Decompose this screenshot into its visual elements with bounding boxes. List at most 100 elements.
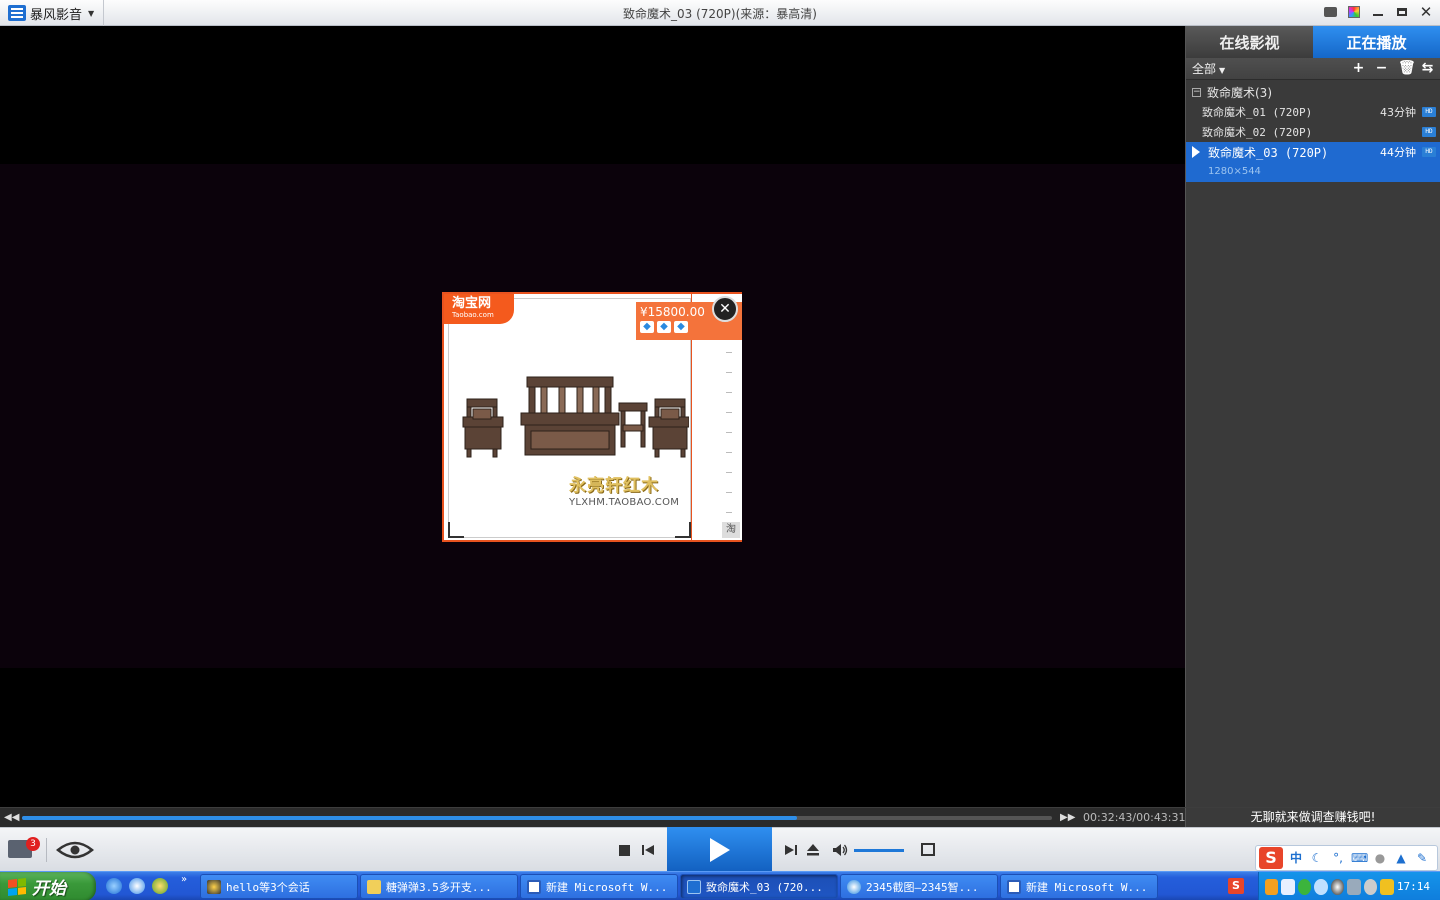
ime-toolbar[interactable]: S 中 ☾ °, ⌨ ● ▲ ✎: [1255, 845, 1438, 871]
furniture-image: [462, 376, 689, 458]
control-bar: 3 S 中 ☾ °, ⌨ ● ▲ ✎: [0, 827, 1440, 872]
playlist-item[interactable]: 致命魔术_02 (720P) HD: [1186, 122, 1440, 142]
sphere-icon[interactable]: [152, 878, 168, 894]
progress-bar[interactable]: [22, 816, 1052, 820]
hd-badge: HD: [1422, 147, 1436, 157]
taskbar-item-active[interactable]: 致命魔术_03 (720...: [680, 874, 838, 899]
loop-icon[interactable]: ⇆: [1421, 61, 1434, 75]
taskbar-item[interactable]: 新建 Microsoft W...: [520, 874, 678, 899]
clock[interactable]: 17:14: [1397, 880, 1430, 893]
shop-name: 永亮轩红木: [569, 476, 659, 496]
diamond-icon: ◆: [640, 321, 654, 333]
punctuation-icon[interactable]: °,: [1330, 850, 1346, 866]
storm-player-icon: [687, 879, 701, 894]
playlist-item[interactable]: 致命魔术_01 (720P) 43分钟 HD: [1186, 102, 1440, 122]
trash-icon[interactable]: 🗑: [1398, 61, 1416, 75]
progress-fill: [22, 816, 797, 820]
tao-mark: 淘: [722, 522, 740, 538]
browser-icon[interactable]: [129, 878, 145, 894]
quick-launch-more[interactable]: »: [181, 874, 187, 885]
user-icon[interactable]: ●: [1372, 850, 1388, 866]
remove-icon[interactable]: −: [1375, 61, 1388, 75]
sogou-tray-icon[interactable]: S: [1228, 878, 1244, 894]
ad-popup[interactable]: 永亮轩红木 YLXHM.TAOBAO.COM 淘 淘宝网 Taobao.com …: [442, 292, 742, 542]
rewind-icon: ◀◀: [4, 812, 20, 823]
shirt-icon[interactable]: ▲: [1393, 850, 1409, 866]
progress-row: ◀◀ ▶▶ 00:32:43/00:43:31 无聊就来做调查赚钱吧!: [0, 807, 1440, 828]
strip-tick: [726, 472, 732, 473]
taskbar-item[interactable]: 新建 Microsoft W...: [1000, 874, 1158, 899]
palette-icon: [1348, 6, 1360, 18]
previous-button[interactable]: [642, 844, 654, 856]
title-bar: 暴风影音 ▼ 致命魔术_03 (720P)(来源：暴高清) ✕: [0, 0, 1440, 26]
fast-forward-button[interactable]: ▶▶: [1060, 811, 1076, 825]
tray-360-icon[interactable]: [1297, 878, 1312, 895]
tab-online-video[interactable]: 在线影视: [1186, 26, 1313, 58]
eye-icon[interactable]: [56, 840, 94, 860]
tab-now-playing[interactable]: 正在播放: [1313, 26, 1440, 58]
word-document-icon: [527, 879, 541, 894]
window-controls: ✕: [1322, 3, 1434, 21]
start-label: 开始: [32, 879, 66, 899]
fullscreen-button[interactable]: [921, 843, 935, 856]
hd-badge: HD: [1422, 127, 1436, 137]
item-duration: 44分钟: [1380, 146, 1416, 159]
chat-button[interactable]: [1322, 4, 1338, 20]
tray-qq-icon[interactable]: [1330, 878, 1345, 895]
hd-badge: HD: [1422, 107, 1436, 117]
fast-forward-icon: ▶▶: [1060, 812, 1076, 823]
start-button[interactable]: 开始: [0, 872, 96, 900]
promo-link[interactable]: 无聊就来做调查赚钱吧!: [1185, 808, 1440, 828]
volume-slider[interactable]: [854, 849, 904, 852]
play-button[interactable]: [667, 827, 772, 872]
tray-globe-icon[interactable]: [1314, 878, 1328, 895]
tray-shield-icon[interactable]: [1380, 878, 1394, 895]
taskbar-item[interactable]: 糖弹弹3.5多开支...: [360, 874, 518, 899]
strip-tick: [726, 372, 732, 373]
tray-app-icon[interactable]: [1265, 878, 1279, 895]
wrench-icon[interactable]: ✎: [1414, 850, 1430, 866]
eject-button[interactable]: [806, 843, 820, 857]
collapse-icon[interactable]: −: [1192, 87, 1201, 97]
playlist-filter-dropdown[interactable]: 全部 ▼: [1192, 60, 1225, 77]
video-area[interactable]: 永亮轩红木 YLXHM.TAOBAO.COM 淘 淘宝网 Taobao.com …: [0, 26, 1185, 807]
minimize-button[interactable]: [1370, 4, 1386, 20]
strip-tick: [726, 492, 732, 493]
minimize-icon: [1373, 14, 1383, 16]
skin-button[interactable]: [1346, 4, 1362, 20]
qq-chat-icon: [207, 879, 221, 894]
add-icon[interactable]: +: [1352, 61, 1365, 75]
close-icon: ✕: [1419, 3, 1433, 21]
diamond-icon: ◆: [657, 321, 671, 333]
moon-icon[interactable]: ☾: [1309, 850, 1325, 866]
taskbar-item[interactable]: 2345截图—2345智...: [840, 874, 998, 899]
volume-icon[interactable]: [832, 843, 848, 857]
taskbar-item[interactable]: hello等3个会话: [200, 874, 358, 899]
filter-label: 全部: [1192, 62, 1217, 76]
strip-tick: [726, 412, 732, 413]
playlist: − 致命魔术(3) 致命魔术_01 (720P) 43分钟 HD 致命魔术_02…: [1186, 80, 1440, 182]
playlist-group[interactable]: − 致命魔术(3): [1186, 82, 1440, 102]
item-title: 致命魔术_01 (720P): [1202, 106, 1313, 119]
close-window-button[interactable]: ✕: [1418, 3, 1434, 21]
sogou-ime-logo[interactable]: S: [1259, 847, 1283, 869]
taobao-logo[interactable]: 淘宝网 Taobao.com: [444, 294, 514, 324]
restore-button[interactable]: [1394, 4, 1410, 20]
playlist-panel: 在线影视 正在播放 全部 ▼ + − 🗑 ⇆ − 致命魔术(3) 致命魔术_01 …: [1185, 26, 1440, 807]
playlist-item-playing[interactable]: 致命魔术_03 (720P) 44分钟 HD 1280×544: [1186, 142, 1440, 182]
stop-button[interactable]: [619, 845, 630, 856]
tray-speaker-icon[interactable]: [1363, 878, 1378, 895]
strip-tick: [726, 352, 732, 353]
next-button[interactable]: [785, 844, 797, 856]
ad-close-button[interactable]: ✕: [712, 296, 738, 322]
rewind-button[interactable]: ◀◀: [4, 811, 20, 825]
ie-icon[interactable]: [106, 878, 122, 894]
strip-tick: [726, 392, 732, 393]
tray-network-icon[interactable]: [1281, 878, 1295, 895]
tray-monitor-icon[interactable]: [1347, 878, 1361, 895]
ime-mode-toggle[interactable]: 中: [1288, 850, 1304, 866]
taobao-logo-text: 淘宝网: [452, 296, 492, 311]
quick-launch: [106, 878, 168, 894]
keyboard-icon[interactable]: ⌨: [1351, 850, 1368, 866]
playlist-toolbar: 全部 ▼ + − 🗑 ⇆: [1186, 58, 1440, 80]
